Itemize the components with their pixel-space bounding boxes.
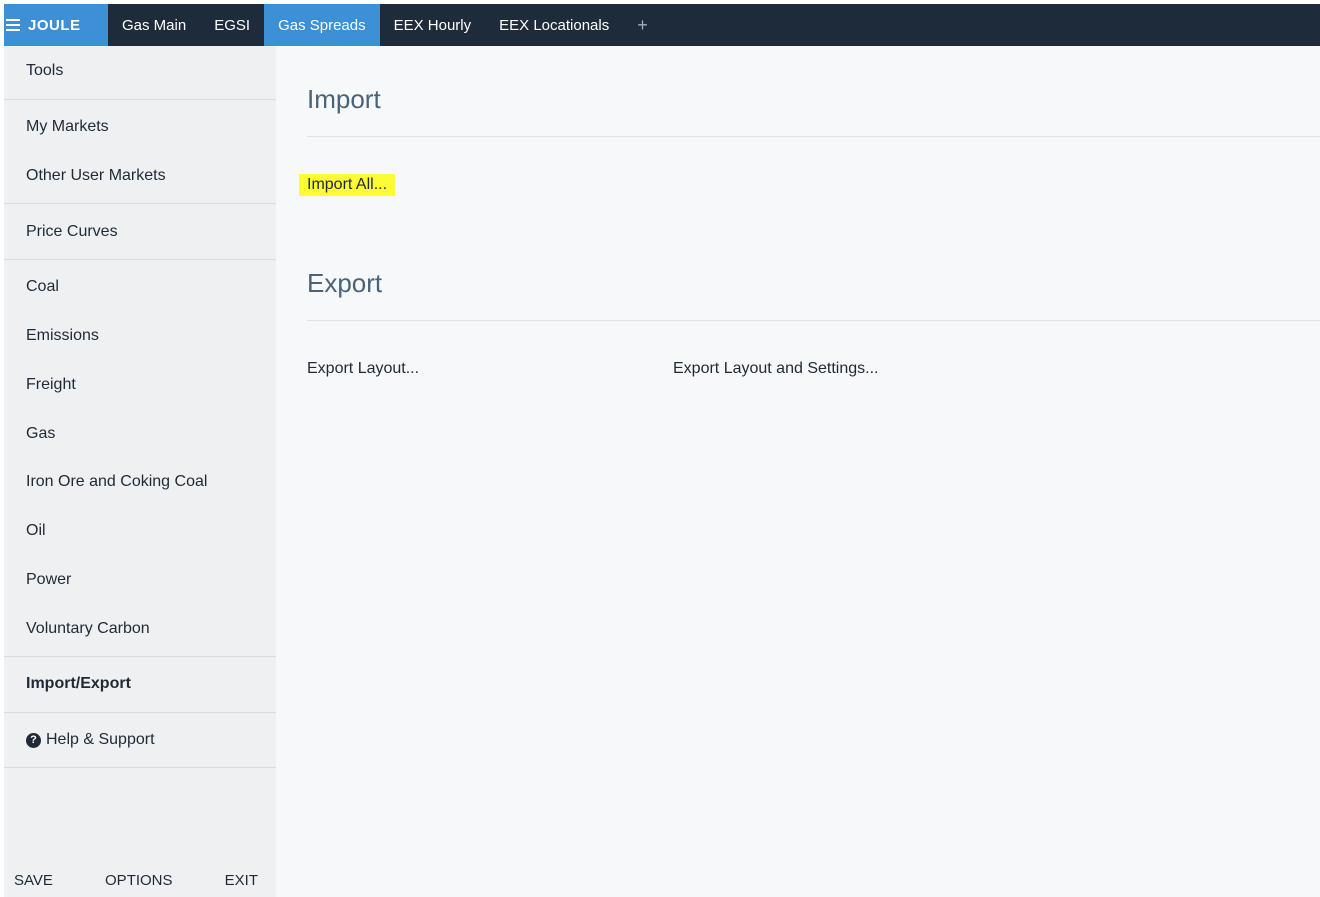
tab-gas-spreads[interactable]: Gas Spreads	[264, 4, 380, 46]
brand-logo: JOULE	[28, 16, 81, 34]
sidebar-item-import-export[interactable]: Import/Export	[4, 675, 276, 693]
app-menu-button[interactable]: JOULE	[4, 4, 108, 46]
import-divider	[307, 136, 1320, 137]
sidebar-item-my-markets[interactable]: My Markets	[4, 118, 276, 136]
tab-eex-locationals[interactable]: EEX Locationals	[485, 4, 623, 46]
top-navigation-bar: JOULE Gas Main EGSI Gas Spreads EEX Hour…	[4, 4, 1320, 46]
tab-label: Gas Main	[122, 16, 187, 34]
divider	[4, 259, 276, 260]
tab-label: EEX Hourly	[393, 16, 472, 34]
sidebar-item-coal[interactable]: Coal	[4, 278, 276, 296]
tab-label: EEX Locationals	[499, 16, 610, 34]
hamburger-icon	[6, 19, 20, 31]
import-section-title: Import	[307, 84, 381, 114]
sidebar-item-freight[interactable]: Freight	[4, 376, 276, 394]
import-all-link[interactable]: Import All...	[299, 174, 396, 196]
sidebar-item-help-support[interactable]: ? Help & Support	[4, 731, 276, 749]
divider	[4, 656, 276, 657]
options-button[interactable]: OPTIONS	[105, 872, 173, 889]
sidebar-item-emissions[interactable]: Emissions	[4, 327, 276, 345]
sidebar-item-label: Help & Support	[46, 731, 155, 748]
save-button[interactable]: SAVE	[14, 872, 53, 889]
sidebar-item-gas[interactable]: Gas	[4, 425, 276, 443]
sidebar-footer: SAVE OPTIONS EXIT	[4, 872, 276, 889]
export-divider	[307, 320, 1320, 321]
sidebar-item-power[interactable]: Power	[4, 571, 276, 589]
divider	[4, 712, 276, 713]
sidebar-item-iron-ore-coking-coal[interactable]: Iron Ore and Coking Coal	[4, 473, 276, 491]
question-circle-icon: ?	[26, 733, 41, 748]
sidebar-item-voluntary-carbon[interactable]: Voluntary Carbon	[4, 620, 276, 638]
sidebar: Tools My Markets Other User Markets Pric…	[4, 46, 276, 897]
divider	[4, 99, 276, 100]
divider	[4, 203, 276, 204]
export-section-title: Export	[307, 268, 383, 298]
exit-button[interactable]: EXIT	[225, 872, 258, 889]
sidebar-item-oil[interactable]: Oil	[4, 522, 276, 540]
tab-label: Gas Spreads	[278, 16, 366, 34]
sidebar-item-other-user-markets[interactable]: Other User Markets	[4, 167, 276, 185]
export-layout-settings-link[interactable]: Export Layout and Settings...	[673, 360, 878, 378]
tab-gas-main[interactable]: Gas Main	[108, 4, 200, 46]
tab-label: EGSI	[214, 16, 251, 34]
tab-eex-hourly[interactable]: EEX Hourly	[380, 4, 486, 46]
add-tab-icon[interactable]: +	[623, 4, 662, 46]
divider	[4, 767, 276, 768]
sidebar-item-tools[interactable]: Tools	[4, 62, 276, 80]
tab-egsi[interactable]: EGSI	[200, 4, 264, 46]
export-layout-link[interactable]: Export Layout...	[307, 360, 419, 378]
sidebar-item-price-curves[interactable]: Price Curves	[4, 223, 276, 241]
main-content: Import Import All... Export Export Layou…	[276, 46, 1320, 897]
